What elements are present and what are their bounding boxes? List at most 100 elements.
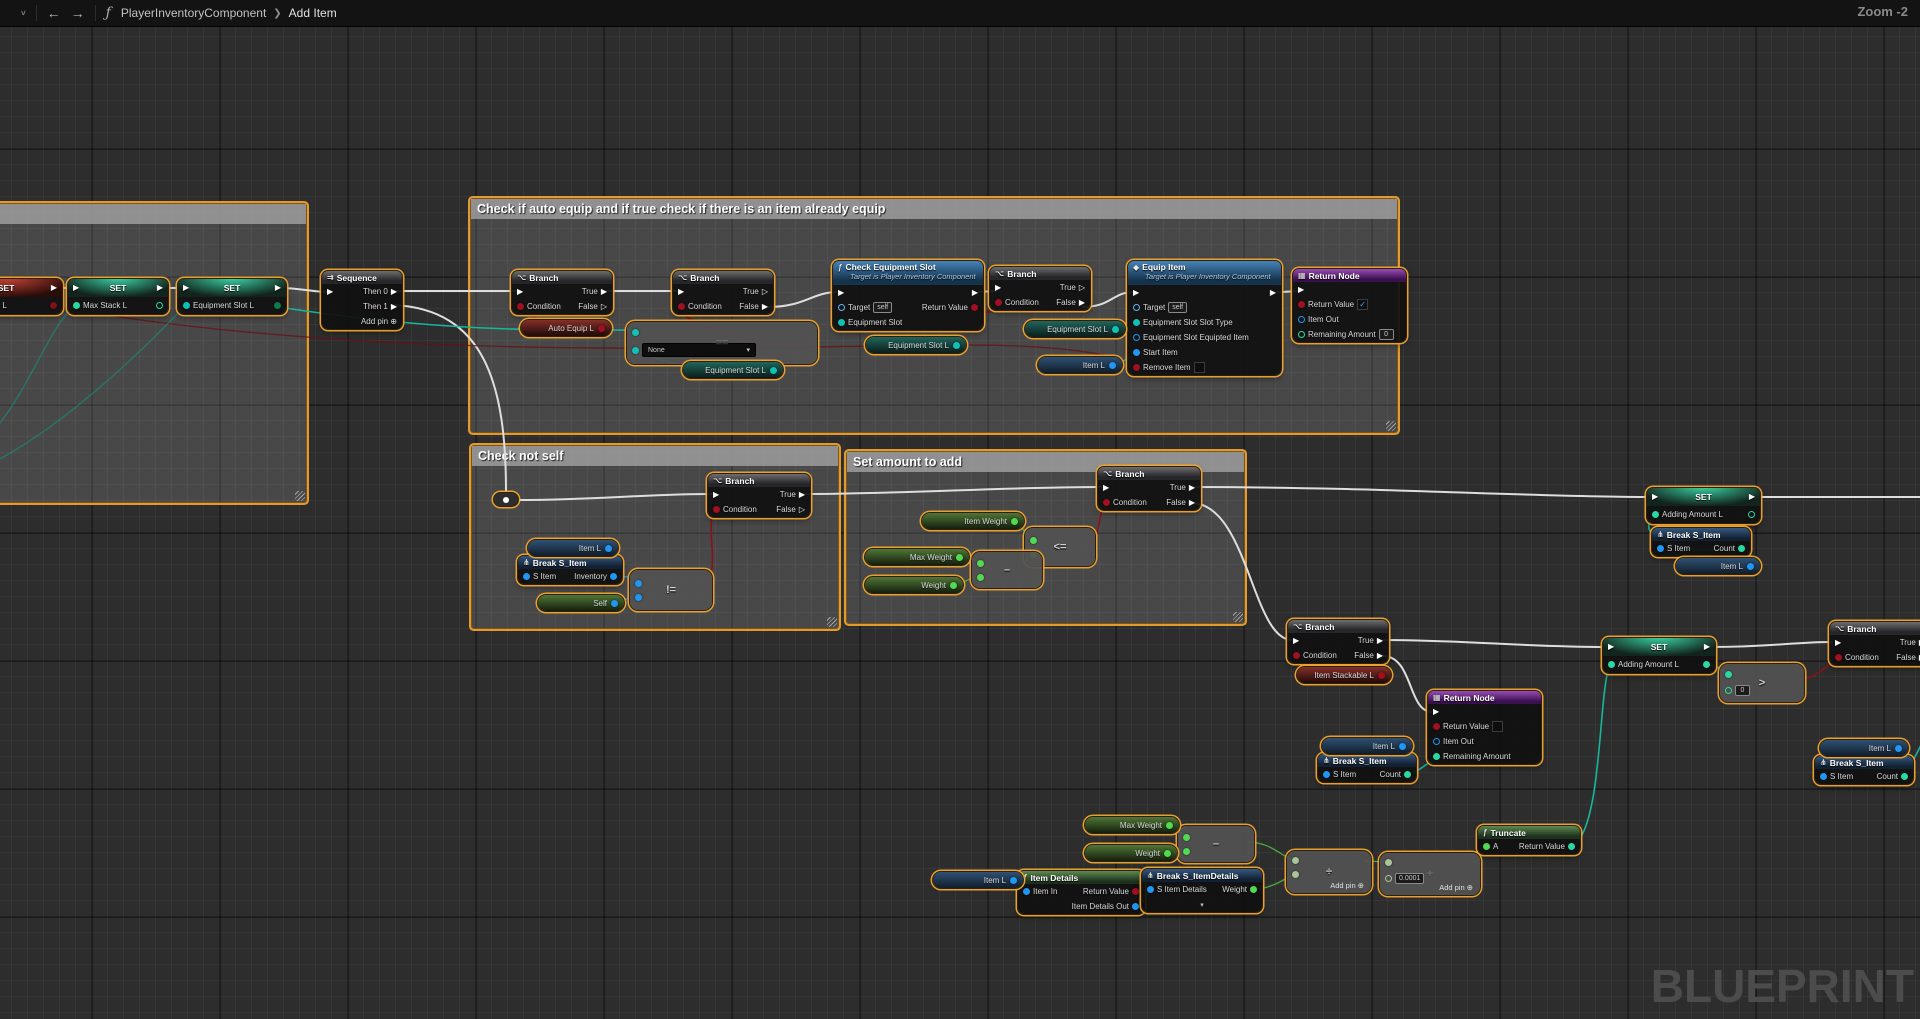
exec-pin[interactable]: ▶ — [1189, 499, 1195, 507]
get-item-b[interactable]: Item L — [528, 540, 618, 556]
exec-pin[interactable]: ▶ — [1749, 493, 1755, 501]
data-pin[interactable] — [1133, 319, 1140, 326]
exec-pin[interactable]: ▶ — [51, 284, 57, 292]
op-not-equal[interactable]: != — [630, 570, 712, 610]
op-add[interactable]: 0.0001+Add pin ⊕ — [1380, 853, 1480, 895]
data-pin[interactable] — [1166, 822, 1173, 829]
data-pin[interactable] — [838, 319, 845, 326]
item-details[interactable]: ƒItem DetailsItem InReturn ValueItem Det… — [1018, 871, 1144, 914]
return-node-mid[interactable]: ▦Return Node▶Return ValueItem OutRemaini… — [1428, 691, 1541, 764]
exec-pin[interactable]: ▶ — [157, 284, 163, 292]
get-max-weight-b[interactable]: Max Weight — [1085, 817, 1179, 833]
exec-pin[interactable]: ▶ — [1103, 484, 1109, 492]
branch-stackable[interactable]: ⌥Branch▶True▶ConditionFalse▶ — [1288, 620, 1388, 663]
exec-pin[interactable]: ▶ — [1079, 299, 1085, 307]
data-pin[interactable] — [183, 302, 190, 309]
breadcrumb-current[interactable]: Add Item — [289, 6, 337, 20]
op-subtract-weight[interactable]: – — [972, 552, 1042, 588]
exec-pin[interactable]: ▶ — [1293, 637, 1299, 645]
exec-pin[interactable]: ▶ — [391, 303, 397, 311]
data-pin[interactable] — [1292, 871, 1299, 878]
data-pin[interactable] — [598, 325, 605, 332]
data-pin[interactable] — [605, 545, 612, 552]
data-pin[interactable] — [1133, 334, 1140, 341]
sequence[interactable]: ⇉Sequence▶Then 0▶Then 1▶Add pin ⊕ — [322, 271, 402, 329]
data-pin[interactable] — [953, 342, 960, 349]
break-s-item-notself[interactable]: ⋔Break S_ItemS ItemInventory — [518, 556, 622, 584]
data-pin[interactable] — [1293, 652, 1300, 659]
data-pin[interactable] — [1433, 738, 1440, 745]
exec-pin[interactable]: ▶ — [1704, 643, 1710, 651]
exec-pin[interactable]: ▶ — [1377, 652, 1383, 660]
get-item-c[interactable]: Item L — [1676, 558, 1760, 574]
data-pin[interactable] — [1112, 326, 1119, 333]
data-pin[interactable] — [274, 302, 281, 309]
data-pin[interactable] — [632, 329, 639, 336]
exec-pin[interactable]: ▷ — [601, 303, 607, 311]
data-pin[interactable] — [523, 573, 530, 580]
data-pin[interactable] — [1385, 859, 1392, 866]
add-pin-button[interactable]: Add pin ⊕ — [1439, 883, 1473, 892]
data-pin[interactable] — [1568, 843, 1575, 850]
exec-pin[interactable]: ▶ — [1652, 493, 1658, 501]
data-pin[interactable] — [1378, 672, 1385, 679]
get-equipment-slot-1[interactable]: Equipment Slot L — [683, 362, 783, 378]
data-pin[interactable] — [1433, 723, 1440, 730]
op-divide[interactable]: ÷Add pin ⊕ — [1287, 851, 1371, 893]
exec-pin[interactable]: ▶ — [713, 491, 719, 499]
get-item-stackable[interactable]: Item Stackable L — [1297, 667, 1391, 683]
data-pin[interactable] — [1023, 888, 1030, 895]
get-self[interactable]: Self — [538, 595, 624, 611]
data-pin[interactable] — [1483, 843, 1490, 850]
data-pin[interactable] — [1132, 903, 1139, 910]
exec-pin[interactable]: ▶ — [391, 288, 397, 296]
data-pin[interactable] — [635, 594, 642, 601]
branch-not-self[interactable]: ⌥Branch▶True▶ConditionFalse▷ — [708, 474, 810, 517]
branch-auto-equip[interactable]: ⌥Branch▶True▶ConditionFalse▷ — [512, 271, 612, 314]
data-pin[interactable] — [1323, 771, 1330, 778]
branch-slot-none[interactable]: ⌥Branch▶True▷ConditionFalse▶ — [673, 271, 773, 314]
data-pin[interactable] — [1133, 364, 1140, 371]
exec-pin[interactable]: ▶ — [1133, 289, 1139, 297]
get-weight-b[interactable]: Weight — [1085, 845, 1177, 861]
exec-pin[interactable]: ▶ — [838, 289, 844, 297]
get-item-f[interactable]: Item L — [933, 872, 1023, 888]
data-pin[interactable] — [156, 302, 163, 309]
data-pin[interactable] — [1835, 654, 1842, 661]
data-pin[interactable] — [977, 560, 984, 567]
data-pin[interactable] — [1133, 349, 1140, 356]
expand-chevron-icon[interactable]: ▾ — [1147, 901, 1257, 909]
exec-pin[interactable]: ▶ — [995, 284, 1001, 292]
data-pin[interactable] — [1030, 537, 1037, 544]
reroute-exec[interactable] — [494, 493, 518, 506]
branch-weight[interactable]: ⌥Branch▶True▶ConditionFalse▶ — [1098, 467, 1200, 510]
data-pin[interactable] — [1292, 857, 1299, 864]
exec-pin[interactable]: ▶ — [799, 491, 805, 499]
data-pin[interactable] — [1703, 661, 1710, 668]
checkbox[interactable] — [1194, 362, 1205, 373]
data-pin[interactable] — [635, 580, 642, 587]
value-field[interactable]: self — [873, 302, 892, 313]
data-pin[interactable] — [73, 302, 80, 309]
checkbox[interactable]: ✓ — [1357, 299, 1368, 310]
data-pin[interactable] — [1748, 511, 1755, 518]
checkbox[interactable] — [1492, 721, 1503, 732]
get-item-a[interactable]: Item L — [1038, 357, 1122, 373]
equip-item[interactable]: ◆Equip ItemTarget is Player Inventory Co… — [1128, 261, 1281, 375]
data-pin[interactable] — [1608, 661, 1615, 668]
data-pin[interactable] — [1183, 848, 1190, 855]
bookmark-button[interactable]: ˅ — [8, 7, 26, 20]
data-pin[interactable] — [1133, 304, 1140, 311]
return-node-equip[interactable]: ▦Return Node▶Return Value✓Item OutRemain… — [1293, 269, 1406, 342]
data-pin[interactable] — [1109, 362, 1116, 369]
exec-pin[interactable]: ▶ — [601, 288, 607, 296]
data-pin[interactable] — [1103, 499, 1110, 506]
data-pin[interactable] — [1738, 545, 1745, 552]
data-pin[interactable] — [1164, 850, 1171, 857]
exec-pin[interactable]: ▶ — [1608, 643, 1614, 651]
exec-pin[interactable]: ▶ — [1377, 637, 1383, 645]
data-pin[interactable] — [517, 303, 524, 310]
forward-button[interactable]: → — [71, 5, 85, 21]
exec-pin[interactable]: ▶ — [678, 288, 684, 296]
get-auto-equip[interactable]: Auto Equip L — [521, 320, 611, 336]
